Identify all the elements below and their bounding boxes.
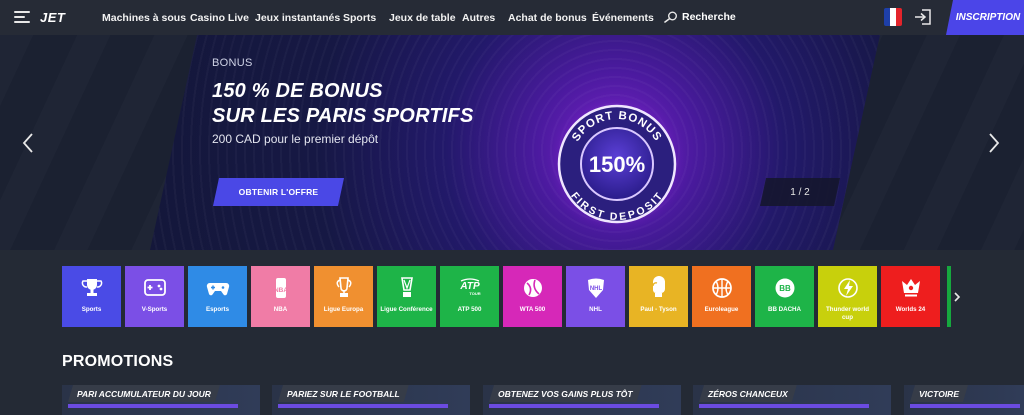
category-label: Sports [81,306,102,313]
category-label: NBA [273,306,288,313]
category-wta-500[interactable]: WTA 500 [503,266,562,327]
svg-text:TOUR: TOUR [469,291,480,296]
hero-title-line2: SUR LES PARIS SPORTIFS [212,105,474,127]
hero-subtitle: 200 CAD pour le premier dépôt [212,132,379,146]
hero-kicker: BONUS [212,57,253,69]
category-label: Esports [205,306,230,313]
promo-card-title: VICTOIRE [910,385,968,402]
europa-trophy-icon [336,277,351,297]
category-ligue-conference[interactable]: Ligue Conférence [377,266,436,327]
worlds-icon [901,279,920,297]
wta-icon [523,279,542,297]
nav-item-slots[interactable]: Machines à sous [102,12,186,24]
category-v-sports[interactable]: V-Sports [125,266,184,327]
next-slide-arrow-icon[interactable] [986,131,1002,155]
category-label: BB DACHA [768,306,801,313]
promo-card[interactable]: ZÉROS CHANCEUX [693,385,891,415]
category-bb-dacha[interactable]: BB BB DACHA [755,266,814,327]
sport-bonus-badge: SPORT BONUS FIRST DEPOSIT 150% [546,93,688,235]
category-atp-500[interactable]: ATP TOUR ATP 500 [440,266,499,327]
promotions-heading: PROMOTIONS [62,353,174,370]
promo-card-title: PARIEZ SUR LE FOOTBALL [278,385,409,402]
categories-next-button[interactable] [947,266,967,327]
promo-card-title: OBTENEZ VOS GAINS PLUS TÔT [489,385,642,402]
language-flag-icon[interactable] [884,8,902,26]
category-strip: Sports V-Sports Esports NBA NBA Ligue Eu… [62,266,962,327]
promo-card-title: PARI ACCUMULATEUR DU JOUR [68,385,220,402]
category-label: Ligue Conférence [380,306,433,313]
category-nba[interactable]: NBA NBA [251,266,310,327]
nav-item-bonus-buy[interactable]: Achat de bonus [508,12,587,24]
nba-icon: NBA [273,278,288,298]
nav-item-other[interactable]: Autres [462,12,495,24]
category-nhl[interactable]: NHL NHL [566,266,625,327]
hero-title: 150 % DE BONUS SUR LES PARIS SPORTIFS [212,79,512,129]
category-label: NHL [589,306,602,313]
badge-center-text: 150% [589,152,645,177]
svg-text:NHL: NHL [589,286,602,292]
category-label: Thunder world cup [826,306,869,321]
signup-button[interactable]: INSCRIPTION [946,0,1024,35]
category-label: Euroleague [704,306,739,313]
promo-card[interactable]: OBTENEZ VOS GAINS PLUS TÔT [483,385,681,415]
prev-slide-arrow-icon[interactable] [20,131,36,155]
category-label: V-Sports [141,306,168,313]
hero-banner: BONUS 150 % DE BONUS SUR LES PARIS SPORT… [0,35,1024,250]
slide-counter: 1 / 2 [760,178,840,206]
category-sports[interactable]: Sports [62,266,121,327]
get-offer-button[interactable]: OBTENIR L'OFFRE [213,178,344,206]
nhl-icon: NHL [587,278,604,298]
promo-card[interactable]: PARIEZ SUR LE FOOTBALL [272,385,470,415]
category-paul-tyson[interactable]: Paul - Tyson [629,266,688,327]
category-euroleague[interactable]: Euroleague [692,266,751,327]
nav-item-sports[interactable]: Sports [343,12,376,24]
atp-icon: ATPTOUR [459,278,480,296]
category-worlds-24[interactable]: Worlds 24 [881,266,940,327]
bb-dacha-icon: BB [775,278,794,298]
menu-icon[interactable] [14,11,30,24]
category-label: Paul - Tyson [640,306,677,313]
search-icon [664,11,677,23]
category-esports[interactable]: Esports [188,266,247,327]
hero-title-line1: 150 % DE BONUS [212,80,383,102]
conference-trophy-icon [400,277,413,297]
category-label: WTA 500 [519,306,546,313]
thunder-icon [837,278,858,298]
top-navigation: JET Machines à sous Casino Live Jeux ins… [0,0,1024,35]
svg-text:NBA: NBA [273,287,287,294]
category-label: Ligue Europa [323,306,364,313]
category-label: Worlds 24 [895,306,926,313]
nav-item-live-casino[interactable]: Casino Live [190,12,249,24]
logo[interactable]: JET [40,10,65,25]
promo-card-title: ZÉROS CHANCEUX [699,385,797,402]
search-button[interactable]: Recherche [664,11,736,23]
chevron-right-icon [954,291,961,302]
promo-card[interactable]: VICTOIRE [904,385,1024,415]
trophy-icon [81,279,102,296]
category-ligue-europa[interactable]: Ligue Europa [314,266,373,327]
controller-icon [206,282,229,296]
nav-item-events[interactable]: Événements [592,12,654,24]
promo-card[interactable]: PARI ACCUMULATEUR DU JOUR [62,385,260,415]
gamepad-icon [143,279,166,296]
svg-text:BB: BB [779,284,791,293]
search-label: Recherche [682,11,736,23]
category-thunder-world-cup[interactable]: Thunder world cup [818,266,877,327]
nav-item-instant-games[interactable]: Jeux instantanés [255,12,340,24]
boxing-glove-icon [651,276,665,297]
login-icon[interactable] [913,8,933,26]
basketball-icon [711,278,732,298]
category-label: ATP 500 [457,306,482,313]
nav-item-table-games[interactable]: Jeux de table [389,12,456,24]
